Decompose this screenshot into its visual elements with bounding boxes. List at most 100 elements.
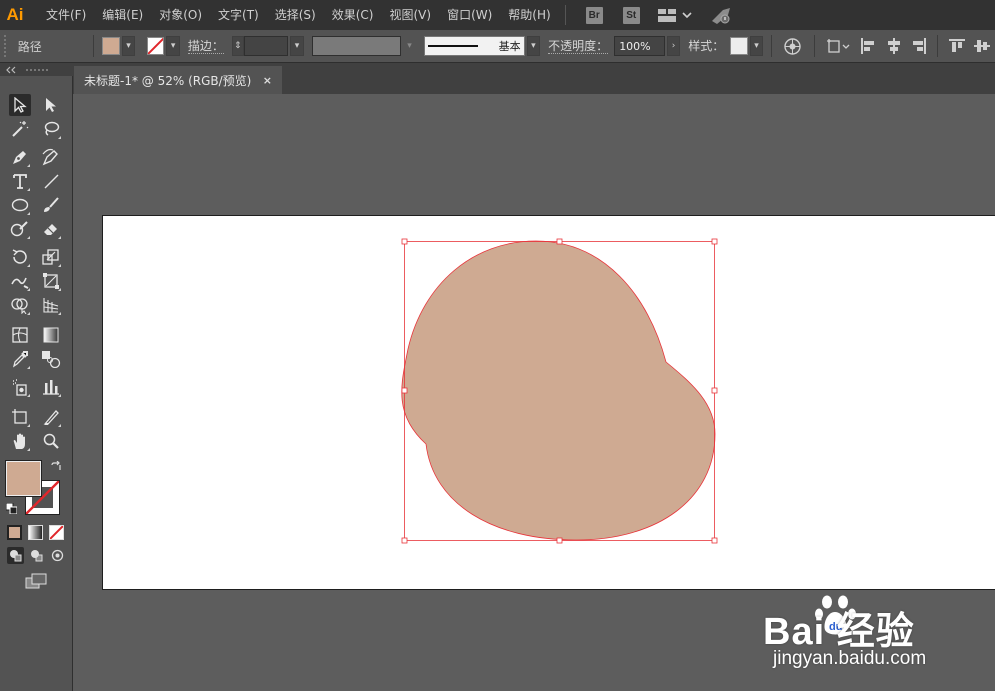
menu-select[interactable]: 选择(S) (267, 0, 324, 30)
recolor-artwork-button[interactable] (783, 36, 802, 56)
fill-swatch[interactable] (102, 37, 120, 55)
fill-dropdown[interactable]: ▾ (121, 36, 136, 56)
type-tool[interactable] (9, 170, 31, 192)
selection-arrow-icon (14, 97, 27, 113)
eyedropper-tool[interactable] (9, 348, 31, 370)
variable-width-profile[interactable] (311, 36, 401, 56)
stroke-weight-input[interactable] (243, 36, 289, 56)
menu-object[interactable]: 对象(O) (151, 0, 210, 30)
handle-top-left[interactable] (401, 238, 408, 245)
handle-top-middle[interactable] (556, 238, 563, 245)
rotate-tool[interactable] (9, 246, 31, 268)
handle-middle-left[interactable] (401, 387, 408, 394)
stroke-weight-dropdown[interactable]: ▾ (290, 36, 304, 56)
swap-fill-stroke-button[interactable] (50, 460, 62, 476)
shape-builder-tool[interactable] (9, 294, 31, 316)
brush-definition[interactable]: 基本 (423, 36, 525, 56)
bridge-button[interactable]: Br (585, 6, 603, 24)
handle-middle-right[interactable] (711, 387, 718, 394)
warp-tool[interactable] (9, 270, 31, 292)
eraser-tool[interactable] (40, 218, 62, 240)
hand-tool[interactable] (9, 430, 31, 452)
draw-normal-button[interactable] (7, 547, 24, 564)
close-tab-icon[interactable]: × (263, 74, 272, 87)
shaper-tool[interactable] (9, 218, 31, 240)
align-top-icon (949, 39, 966, 52)
opacity-slider-button[interactable]: › (666, 36, 681, 56)
document-tab[interactable]: 未标题-1* @ 52% (RGB/预览) × (74, 66, 282, 94)
mesh-tool[interactable] (9, 324, 31, 346)
lasso-tool[interactable] (40, 118, 62, 140)
gpu-performance-button[interactable] (709, 6, 733, 24)
ellipse-tool[interactable] (9, 194, 31, 216)
panel-grip[interactable] (26, 69, 48, 73)
align-center-button[interactable] (884, 36, 903, 56)
collapse-panel-icon[interactable] (4, 65, 18, 75)
fill-color-well[interactable] (5, 460, 42, 497)
menu-help[interactable]: 帮助(H) (500, 0, 558, 30)
menu-window[interactable]: 窗口(W) (439, 0, 500, 30)
canvas-area[interactable]: du Bai 经验 jingyan.baidu.com (73, 94, 995, 691)
transform-button[interactable] (826, 36, 853, 56)
menu-type[interactable]: 文字(T) (210, 0, 267, 30)
compound-shape[interactable] (401, 240, 716, 541)
control-bar-grip[interactable] (4, 35, 12, 57)
stroke-swatch[interactable] (146, 37, 165, 55)
profile-dropdown[interactable]: ▾ (402, 36, 417, 56)
workspace-switcher[interactable] (657, 8, 693, 22)
no-color-icon (147, 38, 164, 54)
control-bar: 路径 ▾ ▾ 描边： ⇕ ▾ ▾ 基本 ▾ 不透明度： 100% › 样式： ▾ (0, 30, 995, 63)
menu-view[interactable]: 视图(V) (381, 0, 439, 30)
stroke-label[interactable]: 描边： (187, 39, 224, 54)
menu-edit[interactable]: 编辑(E) (94, 0, 151, 30)
blend-tool[interactable] (40, 348, 62, 370)
stock-button[interactable]: St (622, 6, 640, 24)
color-mode-button[interactable] (7, 525, 22, 540)
menu-file[interactable]: 文件(F) (38, 0, 94, 30)
none-mode-button[interactable] (49, 525, 64, 540)
artboard-tool[interactable] (9, 406, 31, 428)
magic-wand-tool[interactable] (9, 118, 31, 140)
draw-inside-button[interactable] (49, 547, 66, 564)
stroke-weight-stepper[interactable]: ⇕ (231, 36, 244, 56)
align-top-button[interactable] (947, 36, 966, 56)
selection-tool[interactable] (9, 94, 31, 116)
handle-bottom-left[interactable] (401, 537, 408, 544)
column-graph-tool[interactable] (40, 376, 62, 398)
handle-bottom-middle[interactable] (556, 537, 563, 544)
gradient-tool[interactable] (40, 324, 62, 346)
draw-behind-icon (31, 550, 43, 562)
free-transform-tool[interactable] (40, 270, 62, 292)
opacity-input[interactable]: 100% (614, 36, 665, 56)
style-dropdown[interactable]: ▾ (749, 36, 764, 56)
curvature-tool[interactable] (40, 146, 62, 168)
handle-top-right[interactable] (711, 238, 718, 245)
tools-panel-header[interactable] (0, 63, 73, 76)
swap-arrow-icon (51, 460, 61, 470)
symbol-sprayer-tool[interactable] (9, 376, 31, 398)
brush-dropdown[interactable]: ▾ (526, 36, 541, 56)
transform-icon (827, 39, 850, 53)
stroke-dropdown[interactable]: ▾ (166, 36, 180, 56)
paintbrush-tool[interactable] (40, 194, 62, 216)
draw-behind-button[interactable] (28, 547, 45, 564)
pen-tool[interactable] (9, 146, 31, 168)
gradient-mode-button[interactable] (28, 525, 43, 540)
align-right-button[interactable] (909, 36, 928, 56)
document-tab-title: 未标题-1* @ 52% (RGB/预览) (84, 73, 252, 88)
opacity-label[interactable]: 不透明度： (548, 39, 609, 54)
style-swatch[interactable] (730, 37, 748, 55)
handle-bottom-right[interactable] (711, 537, 718, 544)
align-left-button[interactable] (859, 36, 878, 56)
line-tool[interactable] (40, 170, 62, 192)
app-logo: Ai (6, 5, 24, 24)
screen-mode-button[interactable] (25, 573, 47, 592)
zoom-tool[interactable] (40, 430, 62, 452)
align-middle-button[interactable] (973, 36, 992, 56)
default-fill-stroke-button[interactable] (5, 502, 18, 517)
perspective-grid-tool[interactable] (40, 294, 62, 316)
scale-tool[interactable] (40, 246, 62, 268)
direct-selection-tool[interactable] (40, 94, 62, 116)
menu-effect[interactable]: 效果(C) (324, 0, 382, 30)
slice-tool[interactable] (40, 406, 62, 428)
